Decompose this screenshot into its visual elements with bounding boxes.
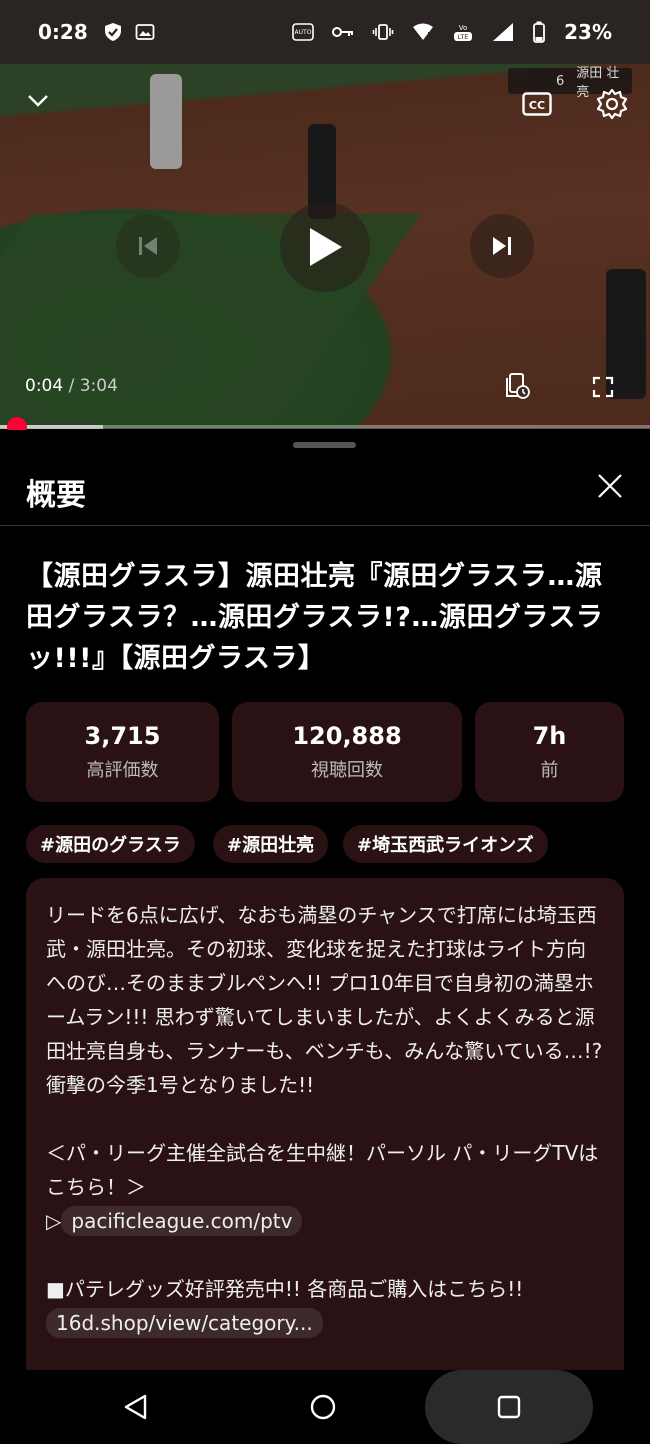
close-icon [598,474,622,498]
svg-text:AUTO: AUTO [295,29,312,36]
time-separator: / [63,376,80,396]
home-icon [310,1394,336,1420]
system-nav-bar [0,1370,650,1444]
back-icon [124,1394,147,1420]
wifi-icon [412,21,434,43]
shop-link[interactable]: 16d.shop/view/category... [46,1308,323,1338]
progress-bar[interactable] [0,425,650,429]
key-icon [332,21,354,43]
drag-handle[interactable] [293,442,356,448]
description-paragraph: リードを6点に広げ、なおも満塁のチャンスで打席には埼玉西武・源田壮亮。その初球、… [46,903,603,1097]
description-box: リードを6点に広げ、なおも満塁のチャンスで打席には埼玉西武・源田壮亮。その初球、… [26,878,624,1370]
recents-button[interactable] [474,1370,544,1444]
likes-label: 高評価数 [86,760,159,781]
link-arrow: ▷ [46,1209,62,1233]
scorebug-number: 6 [556,73,565,89]
hashtag-row: #源田のグラスラ #源田壮亮 #埼玉西武ライオンズ [26,825,626,865]
views-stat: 120,888 視聴回数 [232,702,462,802]
collapse-icon [28,95,48,107]
description-goods: ■パテレグッズ好評発売中!! 各商品ご購入はこちら!! [46,1277,524,1301]
video-player[interactable]: 6 源田 壮亮 CC 0:04 / 3:04 [0,64,650,428]
volte-icon: Vo LTE [452,21,474,43]
auto-hz-icon: AUTO [292,21,314,43]
captions-button[interactable]: CC [518,88,556,120]
hashtag-chip[interactable]: #源田壮亮 [213,825,329,863]
collapse-button[interactable] [22,88,54,114]
video-title: 【源田グラスラ】源田壮亮『源田グラスラ…源田グラスラ？…源田グラスラ!?…源田グ… [26,561,604,674]
age-value: 7h [532,722,567,750]
hashtag-chip[interactable]: #埼玉西武ライオンズ [343,825,548,863]
next-icon [493,237,511,255]
vibrate-icon [372,21,394,43]
queue-button[interactable] [502,370,534,402]
status-time: 0:28 [38,20,88,44]
fullscreen-icon [592,376,614,398]
video-duration: 3:04 [79,376,118,396]
age-stat: 7h 前 [475,702,624,802]
play-icon [310,228,342,266]
ptv-link[interactable]: pacificleague.com/ptv [61,1206,303,1236]
queue-clock-icon [506,373,530,399]
shield-check-icon [102,21,124,43]
video-timecode: 0:04 / 3:04 [25,376,118,396]
status-bar: 0:28 AUTO Vo LTE 23% [0,0,650,64]
sheet-header: 概要 [0,460,650,526]
next-button[interactable] [470,214,534,278]
svg-text:CC: CC [529,99,545,112]
views-label: 視聴回数 [311,760,383,781]
likes-count: 3,715 [84,722,161,750]
description-link-line: ▷ pacificleague.com/ptv [46,1204,604,1238]
home-button[interactable] [288,1370,358,1444]
close-button[interactable] [594,470,626,502]
battery-percent: 23% [564,20,612,44]
current-time: 0:04 [25,376,64,396]
previous-icon [139,237,157,255]
likes-stat: 3,715 高評価数 [26,702,219,802]
back-button[interactable] [100,1370,170,1444]
fullscreen-button[interactable] [588,372,618,402]
image-icon [134,21,156,43]
description-sheet: 概要 【源田グラスラ】源田壮亮『源田グラスラ…源田グラスラ？…源田グラスラ!?…… [0,430,650,1370]
age-label: 前 [540,760,559,781]
svg-text:Vo: Vo [459,24,468,32]
hashtag-chip[interactable]: #源田のグラスラ [26,825,195,863]
views-count: 120,888 [292,722,402,750]
recents-icon [497,1395,521,1419]
signal-icon [492,21,514,43]
play-button[interactable] [280,202,370,292]
settings-button[interactable] [594,86,630,122]
captions-icon: CC [522,92,552,116]
previous-button[interactable] [116,214,180,278]
svg-text:LTE: LTE [458,33,469,41]
sheet-title: 概要 [26,478,86,513]
battery-icon [532,21,546,43]
description-promo: ＜パ・リーグ主催全試合を生中継！パーソル パ・リーグTVはこちら！＞ [46,1141,599,1199]
settings-icon [596,88,628,120]
stats-row: 3,715 高評価数 120,888 視聴回数 7h 前 [26,702,624,802]
